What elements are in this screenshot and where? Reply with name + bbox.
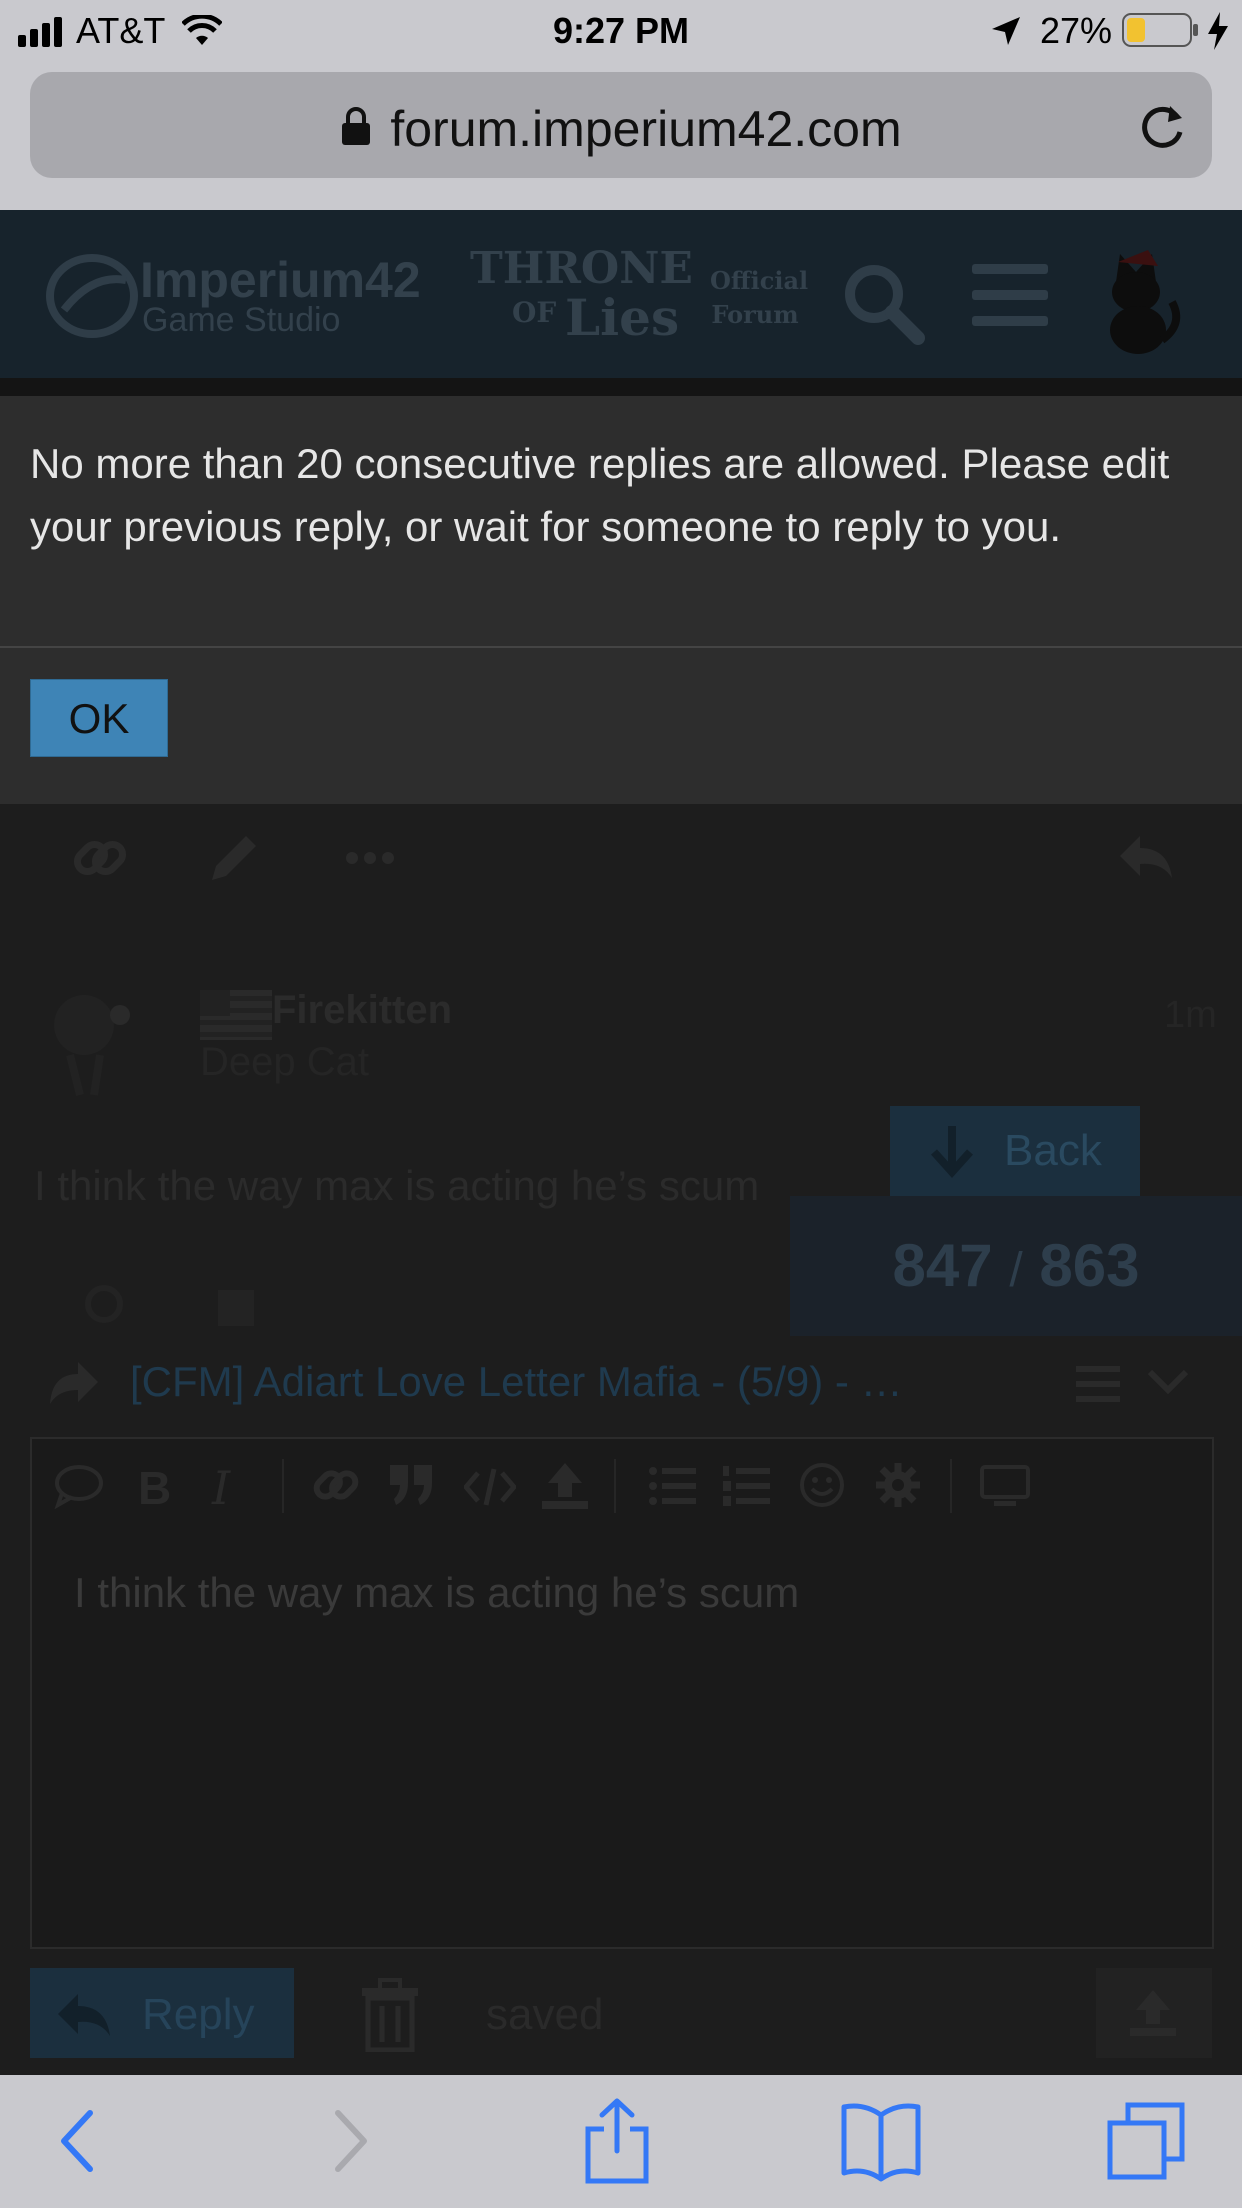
dialog-message: No more than 20 consecutive replies are …: [30, 440, 1170, 550]
reply-arrow-icon: [56, 1990, 112, 2051]
charging-icon: [1206, 12, 1230, 59]
search-icon[interactable]: [840, 260, 926, 351]
forward-icon[interactable]: [306, 2095, 396, 2185]
url-text: forum.imperium42.com: [390, 100, 902, 157]
pencil-icon[interactable]: [206, 830, 262, 891]
safari-toolbar: [0, 2075, 1242, 2208]
logo-subtitle: Game Studio: [142, 301, 341, 339]
location-icon: [990, 14, 1022, 56]
share-arrow-icon: [48, 1360, 100, 1411]
official-line2: Forum: [711, 300, 799, 329]
bookmarks-icon[interactable]: [836, 2095, 926, 2185]
composer-topic-bar: [CFM] Adiart Love Letter Mafia - (5/9) -…: [30, 1340, 1212, 1428]
counter-current: 847: [892, 1232, 993, 1299]
tabs-icon[interactable]: [1102, 2095, 1192, 2185]
composer-editor[interactable]: B I I think the way max is acting he’s s…: [30, 1437, 1214, 1949]
alert-dialog: No more than 20 consecutive replies are …: [0, 396, 1242, 804]
imperium42-logo-icon: [44, 254, 140, 343]
game-logo-line2: of: [512, 296, 557, 329]
header-divider: [0, 378, 1242, 396]
italic-icon[interactable]: I: [212, 1461, 230, 1515]
url-row: forum.imperium42.com: [30, 96, 1212, 158]
counter-total: 863: [1039, 1232, 1140, 1299]
author-avatar[interactable]: [40, 985, 150, 1110]
lock-icon: [340, 100, 372, 158]
reply-button[interactable]: Reply: [30, 1968, 294, 2058]
trash-icon[interactable]: [358, 1978, 422, 2057]
numbered-list-icon[interactable]: [722, 1465, 770, 1512]
game-logo-line3: Lies: [565, 288, 680, 347]
saved-status: saved: [486, 1990, 604, 2039]
counter-separator: /: [1009, 1244, 1023, 1297]
flag-icon: [200, 990, 272, 1045]
post-time[interactable]: 1m: [1164, 994, 1217, 1037]
bookmark-icon[interactable]: [218, 1290, 254, 1331]
link-icon[interactable]: [72, 830, 128, 891]
bold-icon[interactable]: B: [138, 1461, 171, 1515]
chevron-down-icon[interactable]: [1146, 1368, 1190, 1401]
official-forum-label: Official Forum: [710, 264, 809, 332]
share-icon[interactable]: [572, 2095, 662, 2185]
link-icon[interactable]: [312, 1461, 360, 1514]
status-bar: AT&T 9:27 PM 27%: [0, 0, 1242, 62]
list-toggle-icon[interactable]: [1076, 1364, 1120, 1409]
avatar-cat-icon[interactable]: [1096, 244, 1186, 359]
menu-icon[interactable]: [972, 260, 1048, 335]
toolbar-divider: [282, 1459, 284, 1513]
official-line1: Official: [710, 266, 809, 295]
like-icon[interactable]: [82, 1284, 126, 1329]
blockquote-icon[interactable]: [388, 1463, 436, 1512]
game-logo-line1: Throne: [470, 243, 693, 294]
upload-icon[interactable]: [540, 1461, 590, 1516]
toolbar-divider: [614, 1459, 616, 1513]
editor-text[interactable]: I think the way max is acting he’s scum: [74, 1569, 799, 1617]
dialog-divider: [0, 646, 1242, 648]
topic-title[interactable]: [CFM] Adiart Love Letter Mafia - (5/9) -…: [130, 1358, 903, 1406]
reply-icon[interactable]: [1118, 832, 1174, 887]
back-to-post-button[interactable]: Back: [890, 1106, 1140, 1196]
quote-bubble-icon[interactable]: [54, 1463, 104, 1514]
battery-percent: 27%: [1040, 10, 1113, 51]
post-content: I think the way max is acting he’s scum: [34, 1162, 760, 1209]
ok-button[interactable]: OK: [30, 679, 168, 757]
more-icon[interactable]: [344, 848, 396, 873]
toolbar-divider: [950, 1459, 952, 1513]
code-icon[interactable]: [462, 1467, 518, 1512]
battery-icon: [1122, 12, 1200, 57]
author-title: Deep Cat: [200, 1040, 369, 1084]
reply-label: Reply: [142, 1990, 255, 2039]
preview-icon[interactable]: [980, 1465, 1030, 1512]
upload-button[interactable]: [1096, 1968, 1212, 2058]
forum-header: Imperium42 Game Studio Throne of Lies Of…: [0, 210, 1242, 378]
post-counter[interactable]: 847 / 863: [790, 1196, 1242, 1336]
address-bar[interactable]: forum.imperium42.com: [30, 72, 1212, 178]
logo-title: Imperium42: [140, 252, 421, 308]
upload-icon: [1126, 1988, 1180, 2043]
emoji-icon[interactable]: [798, 1461, 846, 1514]
bullet-list-icon[interactable]: [648, 1465, 696, 1512]
author-name[interactable]: Firekitten: [272, 988, 452, 1033]
back-label: Back: [1004, 1126, 1102, 1175]
reload-icon[interactable]: [1138, 100, 1188, 155]
back-icon[interactable]: [32, 2095, 122, 2185]
gear-icon[interactable]: [874, 1461, 922, 1514]
arrow-down-icon: [930, 1124, 974, 1189]
